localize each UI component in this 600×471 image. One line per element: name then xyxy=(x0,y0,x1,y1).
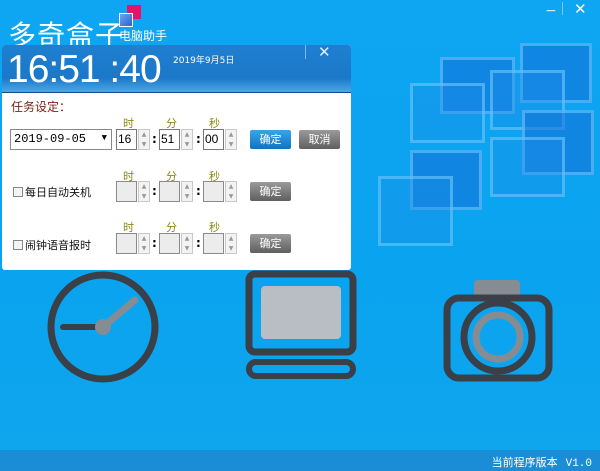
shutdown-hour-input[interactable] xyxy=(116,181,137,202)
task-cancel-button[interactable]: 取消 xyxy=(299,130,340,149)
panel-close-button[interactable]: ✕ xyxy=(318,45,331,61)
alarm-second-input[interactable] xyxy=(203,233,224,254)
alarm-minute-input[interactable] xyxy=(159,233,180,254)
shutdown-hour-stepper[interactable]: ▲ ▼ xyxy=(138,181,150,202)
alarm-second-stepper[interactable]: ▲ ▼ xyxy=(225,233,237,254)
date-picker[interactable]: 2019-09-05 ▼ xyxy=(10,129,112,150)
status-bar: 当前程序版本 V1.0 xyxy=(0,450,600,471)
timer-panel: 16:51 :40 2019年9月5日 ✕ 任务设定： 时 分 秒 2019-0… xyxy=(2,45,351,270)
alarm-minute-stepper[interactable]: ▲ ▼ xyxy=(181,233,193,254)
camera-icon[interactable] xyxy=(442,274,557,386)
alarm-hour-stepper[interactable]: ▲ ▼ xyxy=(138,233,150,254)
task-hour-stepper[interactable]: ▲ ▼ xyxy=(138,129,150,150)
shutdown-minute-stepper[interactable]: ▲ ▼ xyxy=(181,181,193,202)
task-confirm-button[interactable]: 确定 xyxy=(250,130,291,149)
task-minute-stepper[interactable]: ▲ ▼ xyxy=(181,129,193,150)
shutdown-label: 每日自动关机 xyxy=(25,186,91,199)
clock-icon[interactable] xyxy=(45,270,165,385)
panel-header: 16:51 :40 2019年9月5日 ✕ xyxy=(2,45,351,93)
alarm-checkbox[interactable]: 闹钟语音报时 xyxy=(13,237,91,253)
app-subtitle: 电脑助手 xyxy=(119,29,168,43)
task-minute-input[interactable]: 51 xyxy=(159,129,180,150)
shutdown-second-input[interactable] xyxy=(203,181,224,202)
colon: : xyxy=(152,184,157,198)
checkbox-icon xyxy=(13,187,23,197)
version-number: V1.0 xyxy=(565,458,592,470)
alarm-confirm-button[interactable]: 确定 xyxy=(250,234,291,253)
shutdown-checkbox[interactable]: 每日自动关机 xyxy=(13,184,91,200)
chevron-down-icon: ▼ xyxy=(101,133,107,143)
task-hour-input[interactable]: 16 xyxy=(116,129,137,150)
shutdown-minute-input[interactable] xyxy=(159,181,180,202)
task-second-stepper[interactable]: ▲ ▼ xyxy=(225,129,237,150)
minimize-button[interactable]: − xyxy=(545,3,557,19)
current-date: 2019年9月5日 xyxy=(173,56,235,66)
titlebar-divider xyxy=(562,2,563,15)
date-value: 2019-09-05 xyxy=(14,132,87,146)
close-button[interactable]: ✕ xyxy=(574,0,587,18)
shutdown-confirm-button[interactable]: 确定 xyxy=(250,182,291,201)
alarm-hour-input[interactable] xyxy=(116,233,137,254)
alarm-label: 闹钟语音报时 xyxy=(25,239,91,252)
version-label: 当前程序版本 xyxy=(491,456,558,469)
colon: : xyxy=(196,132,201,146)
colon: : xyxy=(152,132,157,146)
colon: : xyxy=(152,236,157,250)
colon: : xyxy=(196,236,201,250)
monitor-icon[interactable] xyxy=(245,270,360,385)
panel-divider xyxy=(305,45,306,59)
current-time: 16:51 :40 xyxy=(7,48,162,91)
colon: : xyxy=(196,184,201,198)
version-info: 当前程序版本 V1.0 xyxy=(492,454,592,470)
task-second-input[interactable]: 00 xyxy=(203,129,224,150)
logo-mark-icon xyxy=(119,5,141,27)
shutdown-second-stepper[interactable]: ▲ ▼ xyxy=(225,181,237,202)
checkbox-icon xyxy=(13,240,23,250)
task-settings-label: 任务设定： xyxy=(11,100,72,114)
